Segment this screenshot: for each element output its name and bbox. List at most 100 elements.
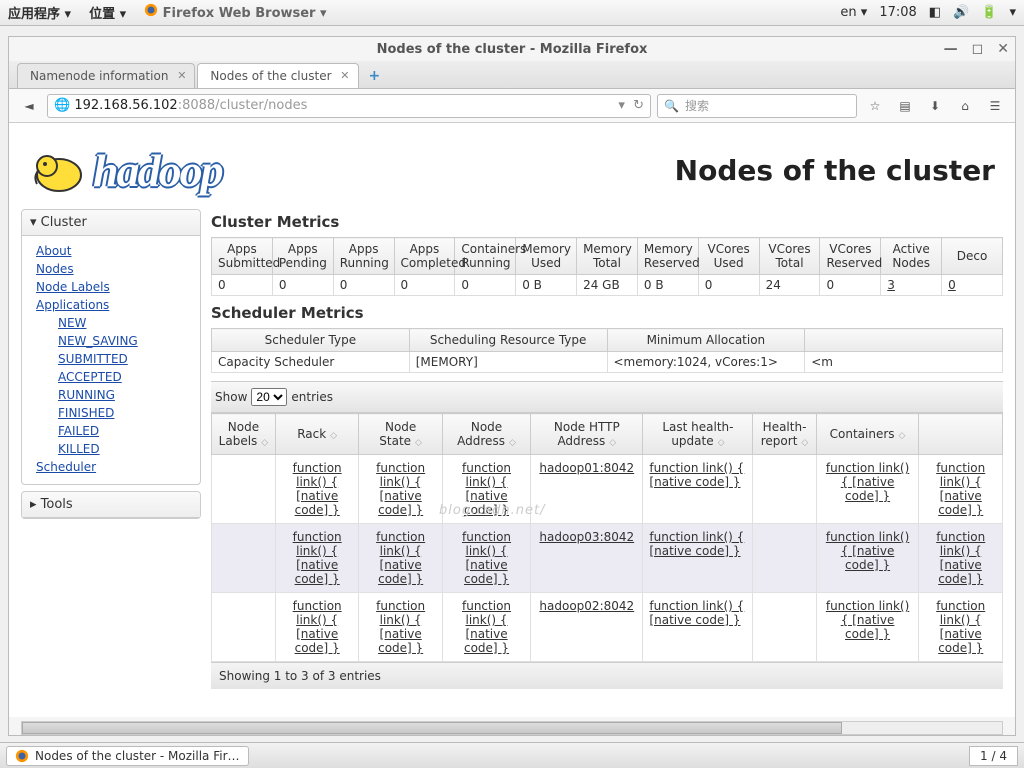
- nodes-header[interactable]: Node Address◇: [442, 414, 530, 455]
- table-cell: [212, 593, 276, 662]
- cm-header: VCores Reserved: [820, 238, 881, 275]
- library-icon[interactable]: ▤: [893, 94, 917, 118]
- node-http-link[interactable]: function link() { [native code] }: [649, 599, 744, 627]
- table-cell: hadoop02:8042: [531, 593, 643, 662]
- globe-icon: 🌐: [54, 98, 70, 113]
- search-placeholder: 搜索: [685, 97, 709, 114]
- sidebar-appstate-failed[interactable]: FAILED: [58, 422, 196, 440]
- table-cell: [753, 524, 816, 593]
- nodes-header[interactable]: Containers◇: [816, 414, 919, 455]
- nodes-header[interactable]: [919, 414, 1003, 455]
- node-http-link[interactable]: function link() { [native code] }: [376, 461, 425, 517]
- sidebar-appstate-new_saving[interactable]: NEW_SAVING: [58, 332, 196, 350]
- sidebar-appstate-new[interactable]: NEW: [58, 314, 196, 332]
- node-http-link[interactable]: hadoop03:8042: [539, 530, 634, 544]
- volume-icon[interactable]: 🔊: [953, 5, 969, 20]
- tray-icon[interactable]: ◧: [929, 5, 941, 20]
- taskbar-entry[interactable]: Nodes of the cluster - Mozilla Fir…: [6, 746, 249, 766]
- page-content: hadoop Nodes of the cluster ▾ Cluster Ab…: [9, 123, 1015, 717]
- sidebar: ▾ Cluster About Nodes Node Labels Applic…: [21, 209, 201, 689]
- sidebar-appstate-finished[interactable]: FINISHED: [58, 404, 196, 422]
- search-icon: 🔍: [664, 99, 679, 113]
- close-window-button[interactable]: ✕: [997, 41, 1009, 57]
- table-row: function link() { [native code] } functio…: [212, 455, 1003, 524]
- sidebar-tools-head[interactable]: ▸ Tools: [22, 492, 200, 518]
- node-http-link[interactable]: function link() { [native code] }: [293, 461, 342, 517]
- horizontal-scrollbar[interactable]: [21, 721, 1003, 735]
- node-http-link[interactable]: function link() { [native code] }: [936, 530, 985, 586]
- maximize-button[interactable]: ◻: [972, 41, 984, 57]
- sidebar-appstate-accepted[interactable]: ACCEPTED: [58, 368, 196, 386]
- close-tab-icon[interactable]: ✕: [177, 69, 186, 82]
- node-http-link[interactable]: function link() { [native code] }: [293, 599, 342, 655]
- back-button[interactable]: ◄: [17, 94, 41, 118]
- minimize-button[interactable]: —: [944, 41, 958, 57]
- sidebar-appstate-running[interactable]: RUNNING: [58, 386, 196, 404]
- node-http-link[interactable]: function link() { [native code] }: [649, 461, 744, 489]
- cm-value: 0: [820, 275, 881, 296]
- scheduler-metrics-title: Scheduler Metrics: [211, 304, 1003, 322]
- downloads-icon[interactable]: ⬇: [923, 94, 947, 118]
- node-http-link[interactable]: function link() { [native code] }: [376, 599, 425, 655]
- sidebar-link-about[interactable]: About: [36, 242, 196, 260]
- bottom-taskbar: Nodes of the cluster - Mozilla Fir… 1 / …: [0, 742, 1024, 768]
- sidebar-link-node-labels[interactable]: Node Labels: [36, 278, 196, 296]
- sidebar-link-scheduler[interactable]: Scheduler: [36, 458, 196, 476]
- new-tab-button[interactable]: +: [361, 64, 389, 88]
- node-http-link[interactable]: function link() { [native code] }: [462, 530, 511, 586]
- sidebar-cluster-panel: ▾ Cluster About Nodes Node Labels Applic…: [21, 209, 201, 485]
- bookmark-star-icon[interactable]: ☆: [863, 94, 887, 118]
- nodes-header[interactable]: Node HTTP Address◇: [531, 414, 643, 455]
- home-icon[interactable]: ⌂: [953, 94, 977, 118]
- applications-menu[interactable]: 应用程序 ▾: [8, 3, 71, 22]
- nodes-header[interactable]: Node Labels◇: [212, 414, 276, 455]
- sm-value: <m: [805, 352, 1003, 373]
- table-cell: function link() { [native code] }: [275, 455, 358, 524]
- places-menu[interactable]: 位置 ▾: [89, 3, 126, 22]
- input-language[interactable]: en ▾: [840, 5, 867, 20]
- node-http-link[interactable]: function link() { [native code] }: [376, 530, 425, 586]
- sidebar-appstate-killed[interactable]: KILLED: [58, 440, 196, 458]
- page-title: Nodes of the cluster: [675, 154, 995, 187]
- sidebar-link-applications[interactable]: Applications: [36, 296, 196, 314]
- sidebar-cluster-head[interactable]: ▾ Cluster: [22, 210, 200, 236]
- node-http-link[interactable]: function link() { [native code] }: [649, 530, 744, 558]
- nodes-header[interactable]: Health-report◇: [753, 414, 816, 455]
- close-tab-icon[interactable]: ✕: [340, 69, 349, 82]
- table-cell: function link() { [native code] }: [643, 593, 753, 662]
- node-http-link[interactable]: function link() { [native code] }: [826, 530, 909, 572]
- table-cell: [212, 524, 276, 593]
- workspace-pager[interactable]: 1 / 4: [969, 746, 1018, 766]
- nodes-header[interactable]: Node State◇: [359, 414, 442, 455]
- node-http-link[interactable]: function link() { [native code] }: [462, 599, 511, 655]
- node-http-link[interactable]: function link() { [native code] }: [826, 599, 909, 641]
- nodes-header[interactable]: Rack◇: [275, 414, 358, 455]
- entries-select[interactable]: 20: [251, 388, 287, 406]
- sidebar-appstate-submitted[interactable]: SUBMITTED: [58, 350, 196, 368]
- battery-icon[interactable]: 🔋: [981, 5, 997, 20]
- node-http-link[interactable]: function link() { [native code] }: [462, 461, 511, 517]
- nodes-header[interactable]: Last health-update◇: [643, 414, 753, 455]
- cm-header: Memory Reserved: [637, 238, 698, 275]
- node-http-link[interactable]: function link() { [native code] }: [936, 461, 985, 517]
- firefox-app-menu[interactable]: Firefox Web Browser ▾: [144, 3, 326, 22]
- tab-namenode[interactable]: Namenode information ✕: [17, 63, 195, 88]
- datatable-info: Showing 1 to 3 of 3 entries: [211, 662, 1003, 689]
- node-http-link[interactable]: hadoop01:8042: [539, 461, 634, 475]
- url-bar[interactable]: 🌐 192.168.56.102:8088/cluster/nodes ▾ ↻: [47, 94, 651, 118]
- node-http-link[interactable]: function link() { [native code] }: [293, 530, 342, 586]
- cluster-metrics-table: Apps SubmittedApps PendingApps RunningAp…: [211, 237, 1003, 296]
- menu-icon[interactable]: ☰: [983, 94, 1007, 118]
- node-http-link[interactable]: hadoop02:8042: [539, 599, 634, 613]
- search-bar[interactable]: 🔍 搜索: [657, 94, 857, 118]
- cm-value: 0: [272, 275, 333, 296]
- power-icon[interactable]: ▾: [1009, 5, 1016, 20]
- node-http-link[interactable]: function link() { [native code] }: [936, 599, 985, 655]
- task-label: Nodes of the cluster - Mozilla Fir…: [35, 749, 240, 763]
- table-cell: function link() { [native code] }: [359, 524, 442, 593]
- node-http-link[interactable]: function link() { [native code] }: [826, 461, 909, 503]
- tab-nodes[interactable]: Nodes of the cluster ✕: [197, 63, 358, 88]
- sidebar-link-nodes[interactable]: Nodes: [36, 260, 196, 278]
- cm-value: 0: [212, 275, 273, 296]
- scheduler-metrics-table: Scheduler TypeScheduling Resource TypeMi…: [211, 328, 1003, 373]
